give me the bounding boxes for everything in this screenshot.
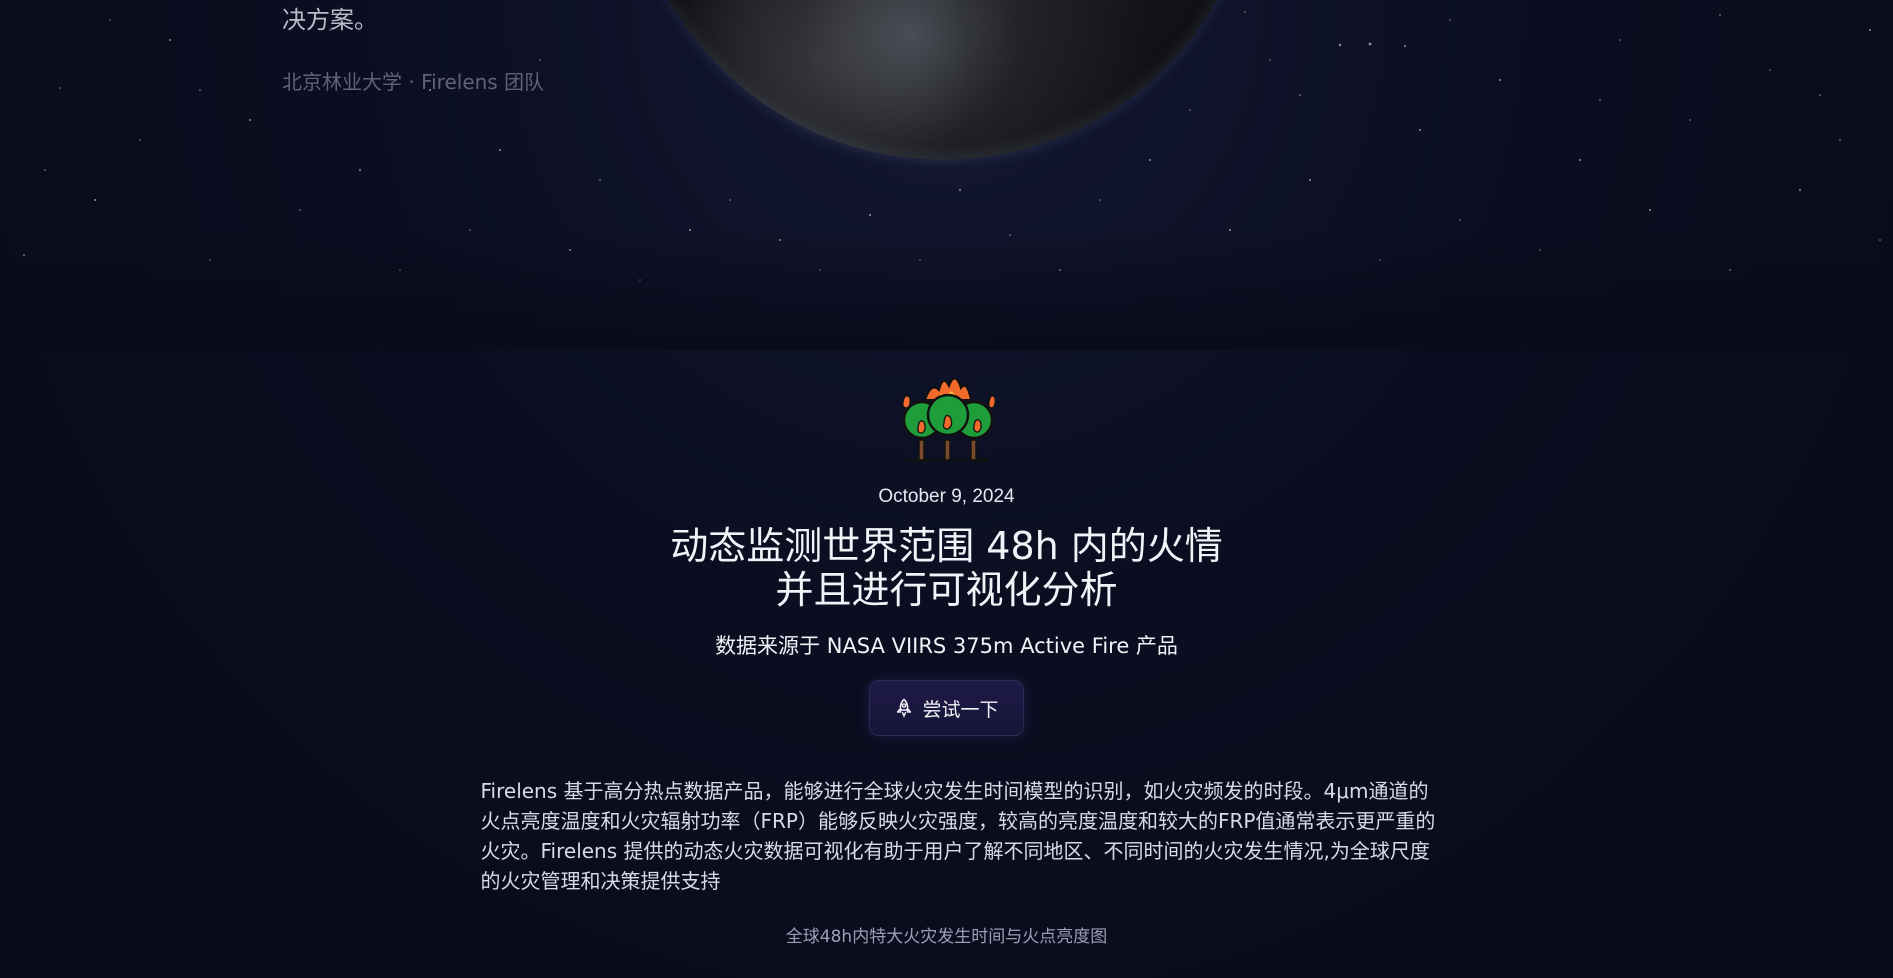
hero-fade <box>0 230 1893 350</box>
forest-fire-icon <box>901 377 996 462</box>
landing-page: 决方案。 北京林业大学 · Firelens 团队 October 9, 202… <box>0 0 1893 978</box>
try-it-button[interactable]: 尝试一下 <box>869 680 1024 736</box>
try-it-button-label: 尝试一下 <box>922 698 999 721</box>
earth-globe <box>628 0 1258 160</box>
article-title-line-2: 并且进行可视化分析 <box>775 568 1118 612</box>
rocket-icon <box>897 698 912 718</box>
figure-caption: 全球48h内特大火灾发生时间与火点亮度图 <box>785 927 1108 947</box>
description-text: Firelens 基于高分热点数据产品，能够进行全球火灾发生时间模型的识别，如火… <box>480 779 1436 893</box>
article-title: 动态监测世界范围 48h 内的火情 并且进行可视化分析 <box>0 524 1893 612</box>
hero-text-tail: 决方案。 <box>282 6 378 34</box>
hero-credit: 北京林业大学 · Firelens 团队 <box>282 70 545 94</box>
data-source-subtitle: 数据来源于 NASA VIIRS 375m Active Fire 产品 <box>715 634 1178 658</box>
article-title-line-1: 动态监测世界范围 48h 内的火情 <box>670 524 1223 568</box>
article-description: Firelens 基于高分热点数据产品，能够进行全球火灾发生时间模型的识别，如火… <box>447 776 1447 896</box>
article-date: October 9, 2024 <box>878 486 1015 507</box>
article-section: October 9, 2024 动态监测世界范围 48h 内的火情 并且进行可视… <box>0 360 1893 947</box>
